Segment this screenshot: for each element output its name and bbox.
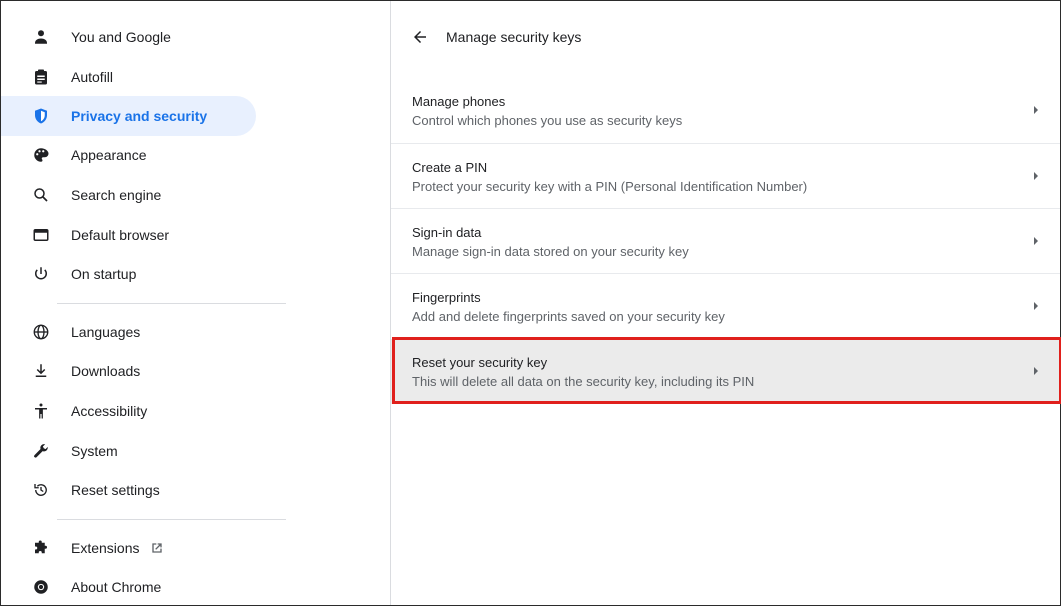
sidebar-item-label: Languages [71, 324, 141, 340]
settings-window: You and Google Autofill Privacy and secu… [0, 0, 1061, 606]
main-content: Manage security keys Manage phones Contr… [391, 1, 1060, 605]
manage-phones-row[interactable]: Manage phones Control which phones you u… [391, 78, 1060, 143]
sidebar-nav: You and Google Autofill Privacy and secu… [1, 1, 286, 605]
sidebar-item-default-browser[interactable]: Default browser [1, 215, 256, 255]
sidebar-item-label: On startup [71, 266, 137, 282]
reset-security-key-row[interactable]: Reset your security key This will delete… [391, 339, 1060, 404]
sidebar-item-appearance[interactable]: Appearance [1, 135, 256, 175]
reset-history-icon [32, 481, 50, 499]
row-subtitle: Protect your security key with a PIN (Pe… [412, 179, 808, 194]
sidebar-item-label: Default browser [71, 227, 170, 243]
row-subtitle: Control which phones you use as security… [412, 113, 683, 128]
sidebar-item-label: System [71, 443, 118, 459]
browser-window-icon [32, 226, 50, 244]
person-icon [32, 28, 50, 46]
arrow-right-icon [1034, 172, 1038, 180]
fingerprints-row[interactable]: Fingerprints Add and delete fingerprints… [391, 274, 1060, 339]
wrench-icon [32, 442, 50, 460]
power-icon [32, 265, 50, 283]
accessibility-icon [32, 402, 50, 420]
open-in-new-icon [149, 540, 165, 556]
clipboard-icon [32, 68, 50, 86]
sidebar-item-label: Accessibility [71, 403, 148, 419]
sidebar-item-accessibility[interactable]: Accessibility [1, 391, 256, 431]
arrow-right-icon [1034, 302, 1038, 310]
arrow-right-icon [1034, 237, 1038, 245]
sidebar-item-about-chrome[interactable]: About Chrome [1, 567, 256, 606]
sidebar-item-label: Reset settings [71, 482, 160, 498]
sidebar-item-autofill[interactable]: Autofill [1, 57, 256, 97]
row-title: Reset your security key [412, 355, 548, 370]
sidebar-item-system[interactable]: System [1, 431, 256, 471]
sidebar-item-search-engine[interactable]: Search engine [1, 175, 256, 215]
row-title: Fingerprints [412, 290, 481, 305]
page-title: Manage security keys [446, 29, 582, 45]
globe-icon [32, 323, 50, 341]
sidebar-item-label: Downloads [71, 363, 141, 379]
arrow-right-icon [1034, 367, 1038, 375]
sign-in-data-row[interactable]: Sign-in data Manage sign-in data stored … [391, 209, 1060, 274]
sidebar-item-privacy-and-security[interactable]: Privacy and security [1, 96, 256, 136]
sidebar-item-reset-settings[interactable]: Reset settings [1, 470, 256, 510]
sidebar-item-extensions[interactable]: Extensions [1, 528, 256, 568]
sidebar-divider [57, 519, 286, 520]
sidebar-item-label: Appearance [71, 147, 147, 163]
row-subtitle: Manage sign-in data stored on your secur… [412, 244, 689, 259]
create-pin-row[interactable]: Create a PIN Protect your security key w… [391, 144, 1060, 209]
download-icon [32, 362, 50, 380]
chrome-icon [32, 578, 50, 596]
row-subtitle: This will delete all data on the securit… [412, 374, 755, 389]
row-title: Sign-in data [412, 225, 482, 240]
search-icon [32, 186, 50, 204]
shield-icon [32, 107, 50, 125]
sidebar-divider [57, 303, 286, 304]
sidebar-item-label: Search engine [71, 187, 162, 203]
sidebar-item-on-startup[interactable]: On startup [1, 254, 256, 294]
sidebar-item-label: About Chrome [71, 579, 162, 595]
row-subtitle: Add and delete fingerprints saved on you… [412, 309, 725, 324]
arrow-back-icon [414, 31, 426, 43]
subpage-header: Manage security keys [391, 17, 1060, 57]
back-button[interactable] [408, 25, 432, 49]
sidebar-item-label: Autofill [71, 69, 114, 85]
sidebar-item-languages[interactable]: Languages [1, 312, 256, 352]
row-title: Manage phones [412, 94, 506, 109]
sidebar-item-label: Extensions [71, 540, 165, 556]
puzzle-icon [32, 539, 50, 557]
sidebar-item-you-and-google[interactable]: You and Google [1, 17, 256, 57]
sidebar-item-label: You and Google [71, 29, 171, 45]
row-title: Create a PIN [412, 160, 488, 175]
arrow-right-icon [1034, 106, 1038, 114]
palette-icon [32, 146, 50, 164]
sidebar-item-label: Privacy and security [71, 108, 208, 124]
sidebar-item-downloads[interactable]: Downloads [1, 351, 256, 391]
extensions-label: Extensions [71, 540, 140, 556]
